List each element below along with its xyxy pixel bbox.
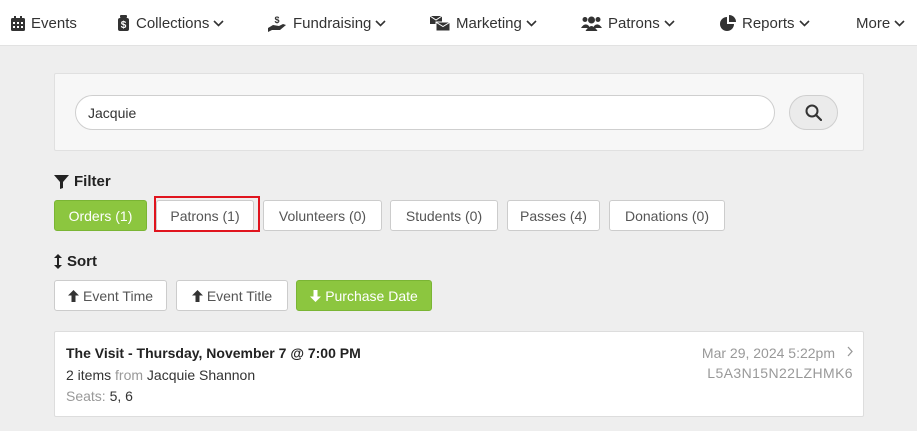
pie-chart-icon — [720, 15, 736, 31]
chevron-down-icon — [894, 19, 905, 27]
money-bag-icon: $ — [118, 15, 129, 31]
filter-donations-label: Donations (0) — [624, 207, 710, 224]
top-nav: Events $ Collections $ Fundraising Marke… — [0, 0, 917, 46]
sort-event-title-button[interactable]: Event Title — [176, 280, 288, 311]
nav-fundraising-label: Fundraising — [293, 14, 372, 32]
nav-reports-label: Reports — [742, 14, 795, 32]
order-seats-label: Seats: — [66, 388, 106, 404]
filter-donations-button[interactable]: Donations (0) — [609, 200, 725, 231]
filter-heading: Filter — [54, 173, 111, 190]
chevron-down-icon — [213, 19, 224, 27]
nav-marketing-label: Marketing — [456, 14, 522, 32]
sort-event-title-label: Event Title — [206, 287, 273, 304]
nav-collections[interactable]: $ Collections — [117, 0, 224, 46]
calendar-icon — [11, 15, 25, 31]
users-icon — [581, 16, 602, 31]
sort-heading: Sort — [54, 253, 97, 270]
nav-events[interactable]: Events — [11, 0, 77, 46]
search-icon — [805, 104, 822, 121]
chevron-down-icon — [798, 19, 810, 27]
search-button[interactable] — [789, 95, 838, 130]
mail-bulk-icon — [430, 15, 450, 31]
filter-students-label: Students (0) — [405, 207, 483, 224]
chevron-right-icon — [847, 346, 853, 357]
order-event-title: The Visit - Thursday, November 7 @ 7:00 … — [66, 345, 361, 361]
order-from-label: from — [115, 367, 144, 383]
sort-arrows-icon — [54, 254, 62, 269]
filter-title: Filter — [74, 173, 111, 190]
sort-purchase-date-button[interactable]: Purchase Date — [296, 280, 432, 311]
chevron-down-icon — [375, 19, 386, 27]
nav-reports[interactable]: Reports — [720, 0, 810, 46]
filter-volunteers-label: Volunteers (0) — [278, 207, 367, 224]
order-seats-value: 5, 6 — [109, 388, 133, 404]
filter-volunteers-button[interactable]: Volunteers (0) — [263, 200, 382, 231]
filter-orders-label: Orders (1) — [68, 207, 133, 224]
sort-purchase-date-label: Purchase Date — [325, 287, 418, 304]
chevron-down-icon — [664, 19, 675, 27]
filter-passes-label: Passes (4) — [520, 207, 587, 224]
order-customer-name: Jacquie Shannon — [146, 367, 256, 383]
order-code: L5A3N15N22LZHMK6 — [707, 365, 853, 381]
nav-events-label: Events — [31, 14, 77, 32]
nav-more-label: More — [856, 14, 891, 32]
hand-holding-dollar-icon: $ — [268, 15, 286, 32]
chevron-down-icon — [526, 19, 537, 27]
filter-patrons-button[interactable]: Patrons (1) — [156, 200, 254, 231]
sort-title: Sort — [67, 253, 97, 270]
order-seats-line: Seats: 5, 6 — [66, 388, 133, 404]
arrow-up-icon — [191, 289, 203, 302]
filter-patrons-label: Patrons (1) — [170, 207, 240, 224]
filter-passes-button[interactable]: Passes (4) — [507, 200, 600, 231]
nav-marketing[interactable]: Marketing — [430, 0, 537, 46]
nav-collections-label: Collections — [136, 14, 210, 32]
order-items-line: 2 items from Jacquie Shannon — [66, 367, 255, 383]
svg-text:$: $ — [121, 20, 127, 31]
sort-event-time-button[interactable]: Event Time — [54, 280, 167, 311]
arrow-down-icon — [310, 289, 322, 302]
filter-orders-button[interactable]: Orders (1) — [54, 200, 147, 231]
order-items-count: 2 items — [66, 367, 112, 383]
arrow-up-icon — [67, 289, 79, 302]
nav-more[interactable]: More — [856, 0, 905, 46]
filter-icon — [54, 174, 69, 189]
search-panel — [54, 73, 864, 151]
search-input[interactable] — [75, 95, 775, 130]
nav-patrons-label: Patrons — [608, 14, 660, 32]
order-result-card[interactable]: The Visit - Thursday, November 7 @ 7:00 … — [54, 331, 864, 417]
nav-patrons[interactable]: Patrons — [581, 0, 675, 46]
order-purchase-date: Mar 29, 2024 5:22pm — [701, 345, 835, 361]
filter-students-button[interactable]: Students (0) — [390, 200, 498, 231]
sort-event-time-label: Event Time — [82, 287, 154, 304]
nav-fundraising[interactable]: $ Fundraising — [268, 0, 386, 46]
svg-text:$: $ — [274, 15, 279, 25]
